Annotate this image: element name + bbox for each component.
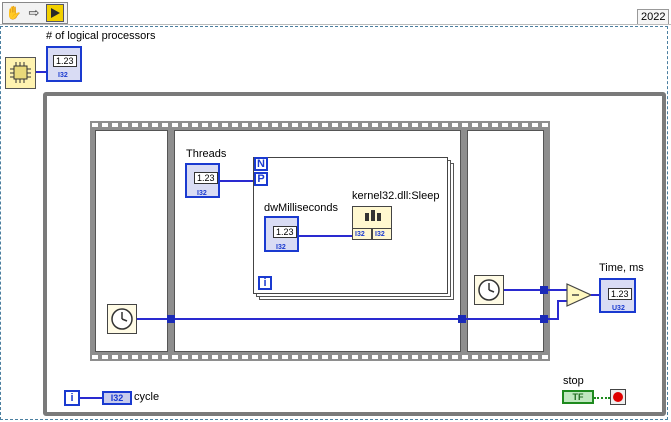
logical-processors-label: # of logical processors: [46, 30, 156, 42]
threads-type: I32: [197, 190, 207, 197]
sleep-node-center-bar: [371, 228, 373, 240]
sleep-node-type-left: I32: [355, 231, 365, 238]
toolbar: ✋ ⇨: [2, 2, 68, 24]
tick-count-clock-icon-2[interactable]: [474, 275, 504, 305]
threads-value: 1.23: [194, 172, 218, 184]
while-iteration-terminal[interactable]: i: [64, 390, 80, 406]
wire-threads-to-p: [220, 180, 254, 182]
highlight-execution-icon[interactable]: [46, 4, 64, 22]
frame-tunnel-2: [458, 315, 466, 323]
wire-end-time: [504, 289, 544, 291]
sleep-node-label: kernel32.dll:Sleep: [352, 190, 440, 202]
sleep-node-type-right: I32: [375, 231, 385, 238]
subtract-node-icon[interactable]: [566, 283, 592, 307]
toolbar-separator: [0, 24, 671, 25]
tick-count-clock-icon[interactable]: [107, 304, 137, 334]
wire-iteration-to-cycle: [80, 397, 102, 399]
frame-tunnel-3: [540, 315, 548, 323]
year-badge: 2022: [637, 9, 670, 25]
cycle-type: I32: [110, 393, 124, 403]
cpu-info-icon[interactable]: [5, 57, 36, 89]
arrow-right-icon[interactable]: ⇨: [26, 5, 42, 21]
time-ms-indicator[interactable]: 1.23 U32: [599, 278, 636, 313]
cycle-label: cycle: [134, 391, 160, 403]
for-loop-iteration-terminal[interactable]: i: [258, 276, 272, 290]
time-ms-label: Time, ms: [599, 262, 644, 274]
indicator-type: I32: [58, 72, 68, 79]
stop-label: stop: [563, 375, 584, 387]
wire-dw-to-sleep: [299, 235, 352, 237]
parallel-n-terminal[interactable]: N: [254, 157, 268, 171]
cycle-indicator[interactable]: I32: [102, 391, 132, 405]
film-perforations-bottom: [90, 354, 550, 360]
film-perforations-top: [90, 122, 550, 128]
sleep-call-library-node[interactable]: I32 I32: [352, 206, 392, 240]
stop-value: TF: [572, 392, 584, 402]
dw-milliseconds-label: dwMilliseconds: [264, 202, 338, 214]
indicator-value: 1.23: [53, 55, 77, 67]
time-ms-value: 1.23: [608, 288, 632, 300]
time-ms-type: U32: [612, 305, 625, 312]
threads-label: Threads: [186, 148, 227, 160]
frame-tunnel-1: [167, 315, 175, 323]
dw-milliseconds-type: I32: [276, 244, 286, 251]
dw-milliseconds-control[interactable]: 1.23 I32: [264, 216, 299, 252]
stop-red-dot: [613, 392, 623, 402]
logical-processors-indicator[interactable]: 1.23 I32: [46, 46, 82, 82]
dll-icon: [365, 210, 381, 221]
parallel-p-terminal[interactable]: P: [254, 172, 268, 186]
dw-milliseconds-value: 1.23: [273, 226, 297, 238]
wire-cpu-to-indicator: [36, 71, 46, 73]
frame-tunnel-4: [540, 286, 548, 294]
stop-control[interactable]: TF: [562, 390, 594, 404]
hand-icon[interactable]: ✋: [6, 5, 22, 21]
wire-end-to-subtract: [548, 289, 568, 291]
threads-control[interactable]: 1.23 I32: [185, 163, 220, 198]
wire-start-time: [137, 318, 545, 320]
stop-terminal-icon[interactable]: [610, 389, 626, 405]
wire-stop-to-terminal: [594, 397, 610, 399]
wire-start-to-subtract-v: [557, 300, 559, 320]
